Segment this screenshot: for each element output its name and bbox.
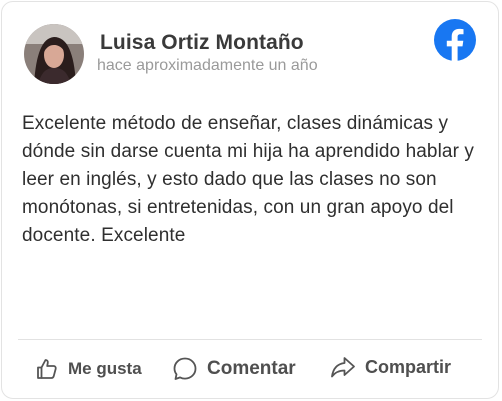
share-arrow-icon: [330, 355, 356, 379]
divider: [18, 339, 482, 340]
avatar[interactable]: [24, 24, 84, 84]
post-timestamp[interactable]: hace aproximadamente un año: [97, 57, 318, 75]
share-label: Compartir: [365, 356, 452, 377]
facebook-icon[interactable]: [434, 19, 476, 61]
share-button[interactable]: Compartir: [330, 350, 451, 384]
like-label: Me gusta: [68, 359, 142, 378]
author-name[interactable]: Luisa Ortiz Montaño: [100, 31, 304, 55]
speech-bubble-icon: [172, 356, 198, 382]
review-text: Excelente método de enseñar, clases diná…: [22, 113, 474, 246]
comment-label: Comentar: [207, 358, 296, 379]
review-card: Luisa Ortiz Montaño hace aproximadamente…: [1, 1, 499, 399]
like-button[interactable]: Me gusta: [35, 352, 142, 386]
thumbs-up-icon: [35, 357, 59, 381]
comment-button[interactable]: Comentar: [172, 352, 296, 386]
